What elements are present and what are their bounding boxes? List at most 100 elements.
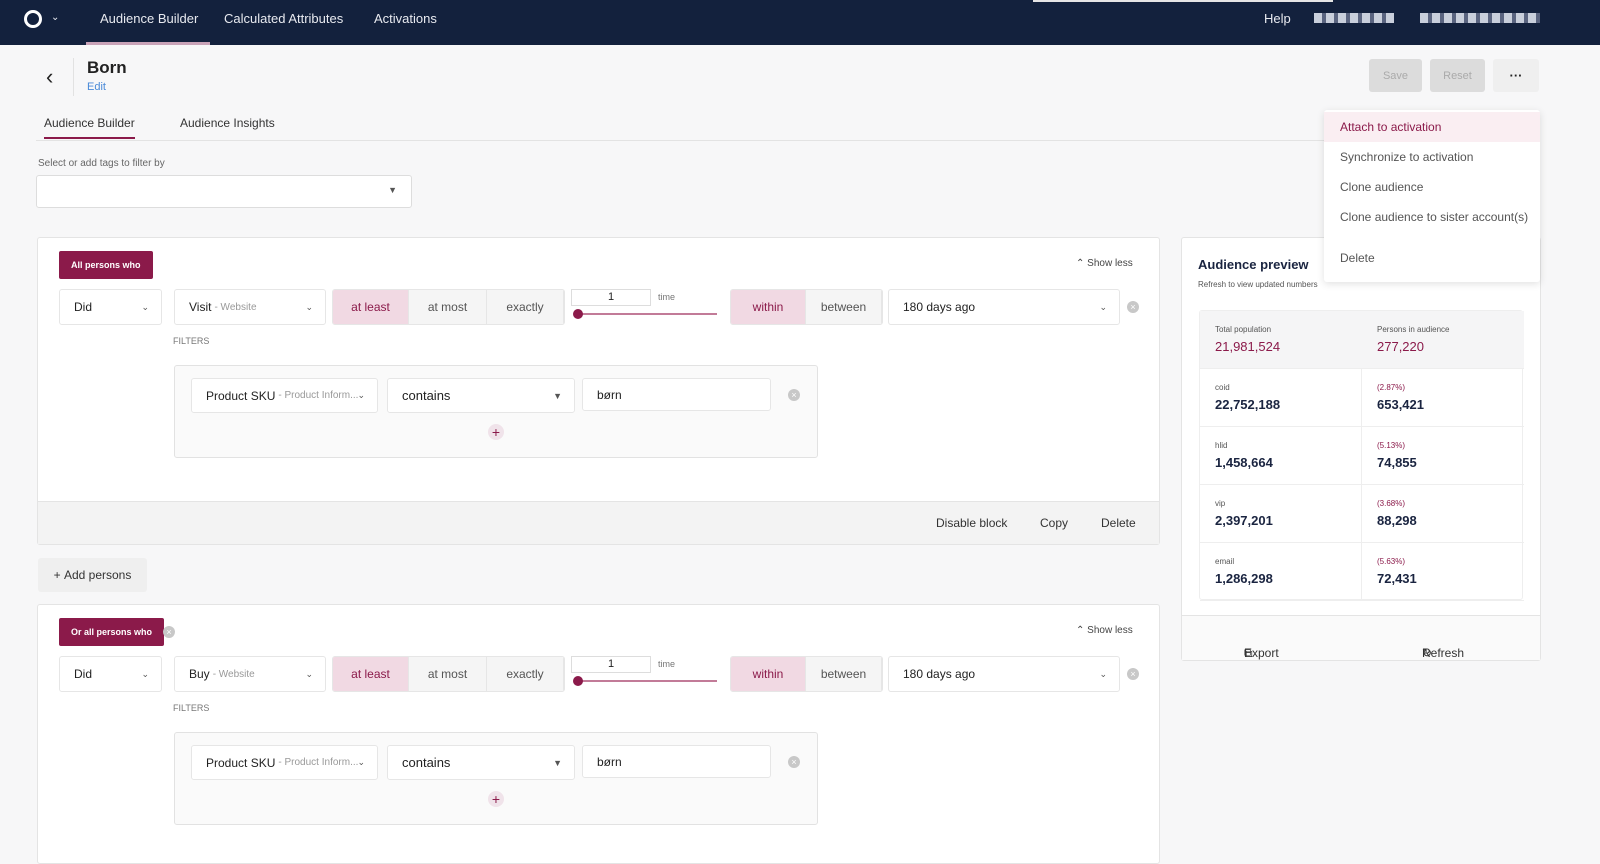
- range-between[interactable]: between: [806, 290, 882, 324]
- range-within[interactable]: within: [731, 290, 806, 324]
- stat-percent: (2.87%): [1377, 383, 1406, 392]
- total-population: Total population 21,981,524: [1200, 311, 1362, 369]
- count-slider[interactable]: [573, 676, 717, 686]
- menu-item[interactable]: Delete: [1324, 243, 1540, 273]
- event-value: Buy: [189, 667, 210, 681]
- tags-select[interactable]: ▼: [36, 175, 412, 208]
- edit-link[interactable]: Edit: [87, 81, 106, 93]
- chevron-down-icon[interactable]: ⌄: [51, 12, 59, 23]
- frequency-toggle: at least at most exactly: [332, 289, 565, 325]
- remove-block-icon[interactable]: ×: [163, 626, 175, 638]
- period-select[interactable]: 180 days ago ⌄: [888, 289, 1120, 325]
- event-source: - Website: [212, 668, 255, 680]
- back-arrow-icon[interactable]: ‹: [46, 64, 53, 90]
- preview-stats: Total population 21,981,524 Persons in au…: [1199, 310, 1524, 601]
- menu-item[interactable]: Clone audience to sister account(s): [1324, 202, 1540, 232]
- period-value: 180 days ago: [903, 667, 976, 681]
- remove-filter-icon[interactable]: ×: [788, 389, 800, 401]
- count-slider[interactable]: [573, 309, 717, 319]
- block-badge: Or all persons who: [59, 618, 165, 646]
- stat-label: hlid: [1215, 441, 1228, 450]
- chevron-down-icon: ⌄: [357, 757, 365, 767]
- stat-label: vip: [1215, 499, 1226, 508]
- nav-calculated-attributes[interactable]: Calculated Attributes: [224, 11, 343, 26]
- menu-item[interactable]: Clone audience: [1324, 172, 1540, 202]
- tab-audience-builder[interactable]: Audience Builder: [44, 116, 135, 139]
- add-filter-button[interactable]: +: [488, 791, 504, 807]
- filter-operator-select[interactable]: contains ▼: [387, 378, 575, 413]
- menu-item[interactable]: Synchronize to activation: [1324, 142, 1540, 172]
- nav-help[interactable]: Help: [1264, 11, 1291, 26]
- count-input[interactable]: 1: [571, 289, 651, 306]
- chevron-down-icon: ⌄: [141, 301, 149, 312]
- count-input[interactable]: 1: [571, 656, 651, 673]
- did-select[interactable]: Did ⌄: [59, 289, 162, 325]
- divider: [73, 58, 74, 96]
- filter-value: børn: [597, 754, 622, 769]
- freq-exactly[interactable]: exactly: [487, 657, 564, 691]
- more-options-menu: Attach to activation Synchronize to activ…: [1324, 110, 1540, 282]
- filter-value-input[interactable]: børn: [582, 745, 771, 778]
- save-button[interactable]: Save: [1369, 59, 1422, 92]
- copy-block-button[interactable]: Copy: [1040, 516, 1068, 530]
- show-less-toggle[interactable]: ⌃ Show less: [1076, 258, 1133, 269]
- nav-activations[interactable]: Activations: [374, 11, 437, 26]
- chevron-down-icon: ⌄: [305, 301, 313, 312]
- filters-label: FILTERS: [173, 336, 210, 346]
- event-select[interactable]: Visit - Website ⌄: [174, 289, 326, 325]
- filter-operator-select[interactable]: contains ▼: [387, 745, 575, 780]
- top-overlay-bar: [1033, 0, 1333, 2]
- did-select[interactable]: Did ⌄: [59, 656, 162, 692]
- show-less-toggle[interactable]: ⌃ Show less: [1076, 625, 1133, 636]
- stat-value: 653,421: [1377, 397, 1424, 412]
- range-within[interactable]: within: [731, 657, 806, 691]
- delete-block-button[interactable]: Delete: [1101, 516, 1136, 530]
- stat-label: email: [1215, 557, 1235, 566]
- remove-condition-icon[interactable]: ×: [1127, 668, 1139, 680]
- add-persons-button[interactable]: + Add persons: [38, 558, 147, 592]
- add-filter-button[interactable]: +: [488, 424, 504, 440]
- disable-block-button[interactable]: Disable block: [936, 516, 1007, 530]
- reset-button[interactable]: Reset: [1430, 59, 1485, 92]
- menu-item[interactable]: Attach to activation: [1324, 112, 1540, 142]
- filter-value-input[interactable]: børn: [582, 378, 771, 411]
- range-between[interactable]: between: [806, 657, 882, 691]
- freq-at-least[interactable]: at least: [333, 290, 409, 324]
- stat-row-audience: (2.87%) 653,421: [1362, 369, 1524, 427]
- chevron-down-icon: ⌄: [1099, 301, 1107, 312]
- remove-condition-icon[interactable]: ×: [1127, 301, 1139, 313]
- remove-filter-icon[interactable]: ×: [788, 756, 800, 768]
- filter-field-select[interactable]: Product SKU - Product Inform... ⌄: [191, 745, 378, 780]
- stat-row-total: hlid 1,458,664: [1200, 427, 1362, 485]
- slider-handle[interactable]: [573, 676, 583, 686]
- audience-block: Or all persons who × ⌃ Show less Did ⌄ Bu…: [37, 604, 1160, 864]
- tags-label: Select or add tags to filter by: [38, 158, 165, 169]
- more-options-button[interactable]: ···: [1493, 59, 1539, 92]
- page-title: Born: [87, 58, 127, 77]
- stat-value: 1,286,298: [1215, 571, 1273, 586]
- show-less-label: Show less: [1087, 625, 1133, 636]
- chevron-down-icon: ⌄: [1099, 668, 1107, 679]
- slider-handle[interactable]: [573, 309, 583, 319]
- event-value: Visit: [189, 300, 212, 314]
- chevron-up-icon: ⌃: [1076, 258, 1088, 269]
- freq-at-most[interactable]: at most: [409, 290, 487, 324]
- chevron-down-icon: ⌄: [305, 668, 313, 679]
- event-select[interactable]: Buy - Website ⌄: [174, 656, 326, 692]
- period-select[interactable]: 180 days ago ⌄: [888, 656, 1120, 692]
- nav-audience-builder[interactable]: Audience Builder: [100, 11, 198, 26]
- preview-subtitle: Refresh to view updated numbers: [1198, 280, 1318, 289]
- filter-field-select[interactable]: Product SKU - Product Inform... ⌄: [191, 378, 378, 413]
- logo-icon[interactable]: [24, 10, 42, 28]
- top-nav: ⌄ Audience Builder Calculated Attributes…: [0, 0, 1600, 45]
- event-source: - Website: [214, 301, 257, 313]
- stat-value: 88,298: [1377, 513, 1417, 528]
- chevron-down-icon: ⌄: [357, 390, 365, 400]
- stat-label: Persons in audience: [1377, 325, 1450, 334]
- tab-audience-insights[interactable]: Audience Insights: [180, 116, 275, 130]
- range-toggle: within between: [730, 289, 883, 325]
- plus-icon: +: [53, 568, 64, 582]
- freq-at-most[interactable]: at most: [409, 657, 487, 691]
- freq-at-least[interactable]: at least: [333, 657, 409, 691]
- freq-exactly[interactable]: exactly: [487, 290, 564, 324]
